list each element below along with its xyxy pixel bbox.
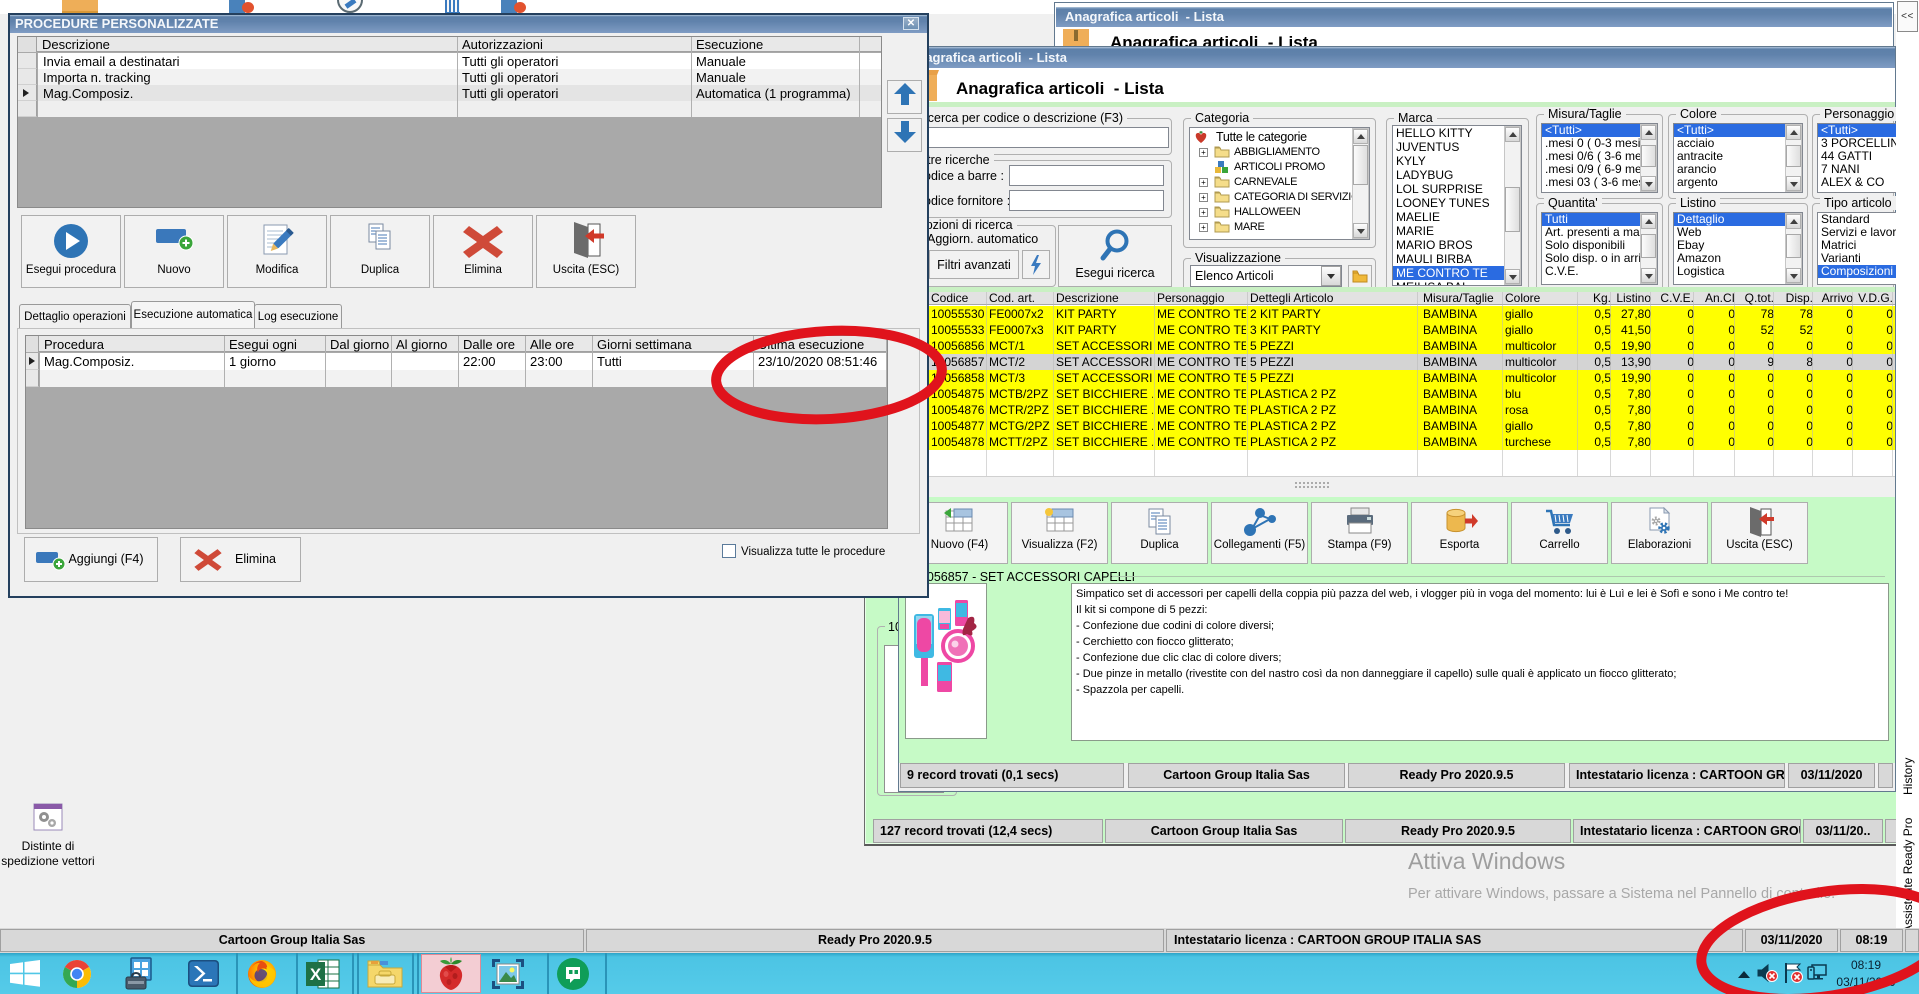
svg-text:X: X	[310, 965, 322, 984]
